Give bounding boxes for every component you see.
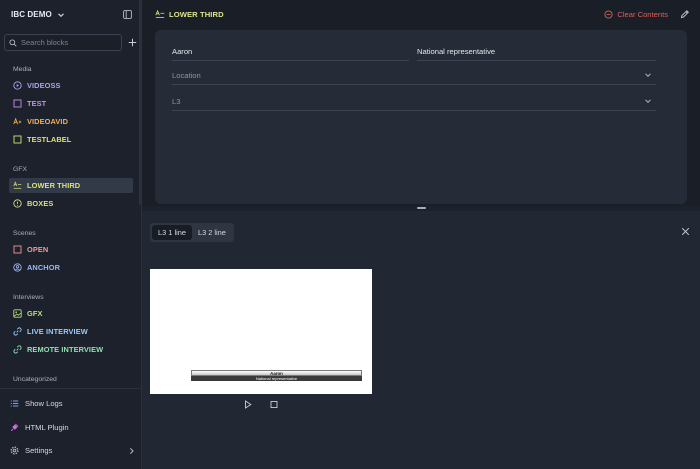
role-field-value: National representative (417, 46, 496, 56)
sidebar-item-label: ANCHOR (27, 263, 61, 272)
sidebar-item-label: VIDEOSS (27, 81, 61, 90)
sidebar-item-label: REMOTE INTERVIEW (27, 345, 104, 354)
tab-l3-2-line[interactable]: L3 2 line (192, 225, 232, 240)
plugin-icon (10, 423, 19, 432)
chevron-right-icon (128, 447, 135, 455)
tab-l3-1-line[interactable]: L3 1 line (152, 225, 192, 240)
sidebar-item-label: VIDEOAVID (27, 117, 69, 126)
sidebar-item-anchor[interactable]: ANCHOR (9, 260, 133, 275)
role-field[interactable]: National representative (417, 42, 656, 61)
sidebar-item-label: LOWER THIRD (27, 181, 81, 190)
lower-third-icon (13, 181, 22, 190)
group-label-scenes: Scenes (13, 230, 36, 237)
sidebar-item-videoss[interactable]: VIDEOSS (9, 78, 133, 93)
sidebar-item-gfx[interactable]: GFX (9, 306, 133, 321)
chevron-down-icon[interactable] (57, 11, 65, 19)
play-button[interactable] (244, 400, 252, 409)
sidebar-item-label: OPEN (27, 245, 49, 254)
sidebar-item-boxes[interactable]: BOXES (9, 196, 133, 211)
block-form: Aaron National representative Location L… (155, 30, 687, 204)
link-icon (13, 327, 22, 336)
user-circle-icon (13, 263, 22, 272)
group-label-media: Media (13, 66, 32, 73)
group-label-gfx: GFX (13, 166, 27, 173)
template-value: L3 (172, 96, 181, 106)
sidebar-item-open[interactable]: OPEN (9, 242, 133, 257)
list-icon (10, 399, 19, 408)
minus-circle-icon (604, 9, 613, 19)
sidebar-item-test[interactable]: TEST (9, 96, 133, 111)
sidebar-footer-divider (0, 388, 141, 389)
template-tabs: L3 1 line L3 2 line (150, 223, 234, 242)
square-icon (13, 135, 22, 144)
play-circle-icon (13, 81, 22, 90)
sidebar-item-testlabel[interactable]: TESTLABEL (9, 132, 133, 147)
search-input[interactable] (21, 38, 121, 47)
sidebar-item-label: BOXES (27, 199, 54, 208)
info-circle-icon (13, 199, 22, 208)
chevron-down-icon (644, 71, 652, 79)
clear-contents-button[interactable]: Clear Contents (604, 10, 668, 19)
sidebar-header: IBC DEMO (0, 0, 142, 29)
sidebar: IBC DEMO Media VIDEOSS TEST (0, 0, 142, 469)
stop-button[interactable] (270, 400, 278, 409)
sidebar-item-label: LIVE INTERVIEW (27, 327, 88, 336)
html-plugin-button[interactable]: HTML Plugin (10, 420, 135, 435)
show-logs-button[interactable]: Show Logs (10, 396, 135, 411)
pencil-icon (680, 10, 689, 19)
sidebar-item-videoavid[interactable]: VIDEOAVID (9, 114, 133, 129)
close-icon[interactable] (681, 227, 690, 236)
location-select[interactable]: Location (172, 66, 656, 85)
show-logs-label: Show Logs (25, 399, 63, 408)
sidebar-item-label: TEST (27, 99, 47, 108)
text-size-icon (13, 117, 22, 126)
group-label-uncategorized: Uncategorized (13, 376, 57, 383)
sidebar-toggle-icon[interactable] (123, 10, 132, 19)
settings-button[interactable]: Settings (10, 443, 135, 458)
sidebar-item-live-interview[interactable]: LIVE INTERVIEW (9, 324, 133, 339)
image-icon (13, 309, 22, 318)
panel-header: LOWER THIRD Clear Contents (142, 0, 700, 28)
gear-icon (10, 446, 19, 455)
html-plugin-label: HTML Plugin (25, 423, 69, 432)
search-box[interactable] (4, 34, 122, 51)
name-field-value: Aaron (172, 46, 193, 56)
chevron-down-icon (644, 97, 652, 105)
lower-third-icon (155, 9, 165, 19)
preview-panel: L3 1 line L3 2 line Aaron National repre… (142, 211, 700, 469)
square-icon (13, 99, 22, 108)
settings-label: Settings (25, 446, 53, 455)
clear-contents-label: Clear Contents (617, 9, 668, 19)
location-placeholder: Location (172, 70, 201, 80)
link-icon (13, 345, 22, 354)
stop-icon (270, 401, 278, 408)
panel-resize-handle[interactable] (417, 207, 426, 209)
square-icon (13, 245, 22, 254)
edit-button[interactable] (680, 9, 690, 19)
sidebar-item-lower-third[interactable]: LOWER THIRD (9, 178, 133, 193)
app-title[interactable]: IBC DEMO (11, 10, 52, 19)
sidebar-item-remote-interview[interactable]: REMOTE INTERVIEW (9, 342, 133, 357)
search-icon (9, 38, 17, 47)
graphic-preview: Aaron National representative (150, 269, 372, 394)
template-select[interactable]: L3 (172, 92, 656, 111)
sidebar-item-label: TESTLABEL (27, 135, 72, 144)
lower-third-role: National representative (191, 376, 362, 381)
search-row (4, 34, 138, 51)
block-editor-panel: LOWER THIRD Clear Contents Aaron Nationa… (142, 0, 700, 206)
name-field[interactable]: Aaron (172, 42, 409, 61)
panel-title: LOWER THIRD (169, 9, 224, 19)
play-icon (245, 400, 252, 409)
group-label-interviews: Interviews (13, 294, 44, 301)
add-block-button[interactable] (128, 38, 137, 47)
sidebar-item-label: GFX (27, 309, 43, 318)
